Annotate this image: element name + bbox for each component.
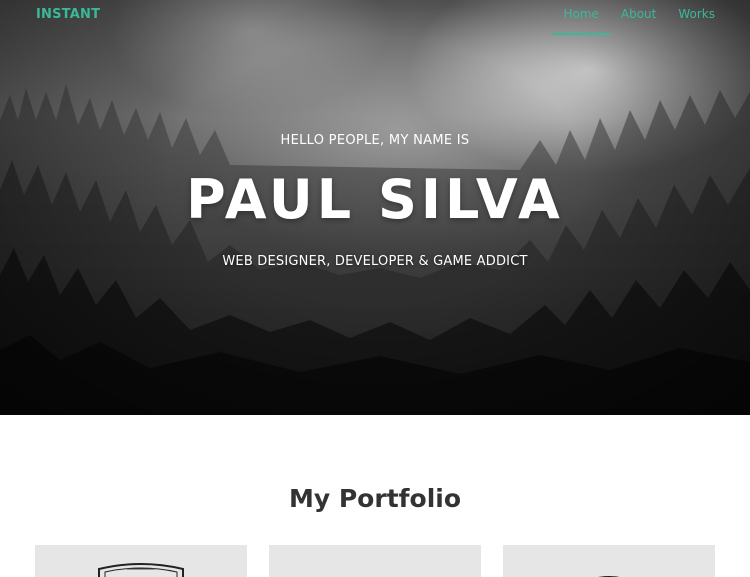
portfolio-item[interactable] xyxy=(269,545,481,577)
nav-link-works[interactable]: Works xyxy=(678,7,715,34)
badge-logo-thumbnail xyxy=(98,563,184,577)
nav-link-home[interactable]: Home xyxy=(552,7,611,35)
top-navbar: INSTANT Home About Works xyxy=(0,0,750,36)
nav-link-about[interactable]: About xyxy=(621,7,656,34)
dark-arc-logo-thumbnail xyxy=(597,576,621,577)
hero-greeting: HELLO PEOPLE, MY NAME IS xyxy=(280,133,470,148)
portfolio-item[interactable] xyxy=(503,545,715,577)
portfolio-item[interactable] xyxy=(35,545,247,577)
portfolio-title: My Portfolio xyxy=(288,484,462,513)
hero-tagline: WEB DESIGNER, DEVELOPER & GAME ADDICT xyxy=(222,254,528,269)
hero-name: PAUL SILVA xyxy=(186,168,564,231)
nav-menu: Home About Works xyxy=(541,7,715,35)
brand-logo[interactable]: INSTANT xyxy=(36,7,100,22)
dark-arc-logo-thumbnail xyxy=(269,545,481,577)
